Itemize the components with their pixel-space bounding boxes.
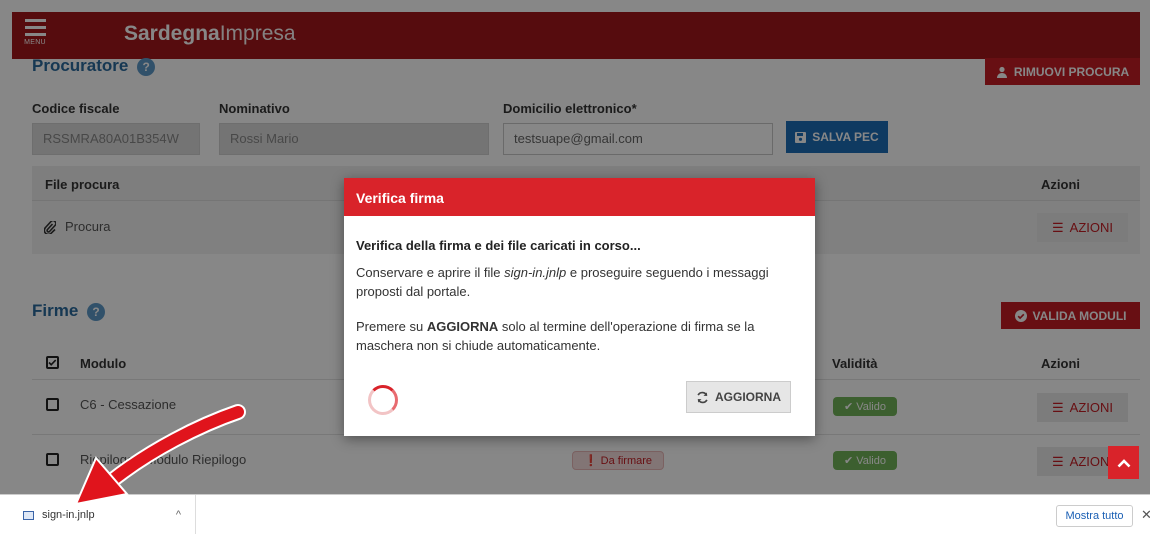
page: { "header": {"menu_label": "MENU", "bran… [0,0,1150,534]
red-arrow-annotation [74,404,246,506]
